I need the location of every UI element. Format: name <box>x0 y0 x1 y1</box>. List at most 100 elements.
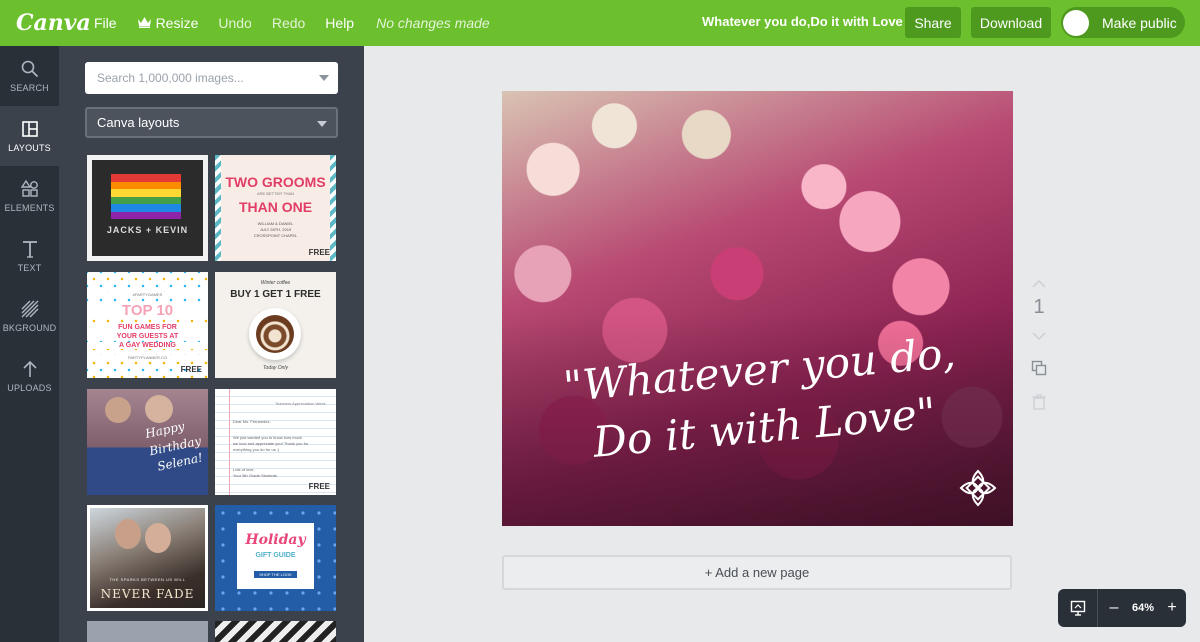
undo-button[interactable]: Undo <box>218 15 251 31</box>
thumb-text: SHOP THE LOOK <box>254 571 297 578</box>
design-canvas[interactable]: "Whatever you do, Do it with Love" <box>502 91 1013 526</box>
resize-button[interactable]: Resize <box>137 15 199 31</box>
add-page-button[interactable]: + Add a new page <box>502 555 1012 590</box>
thumb-text: PARTYPLANNER.CO <box>87 355 208 360</box>
thumb-text: ARE BETTER THAN <box>256 191 295 196</box>
download-button[interactable]: Download <box>971 7 1051 38</box>
make-public-toggle[interactable]: Make public <box>1061 7 1185 38</box>
delete-page-icon[interactable] <box>1031 394 1047 415</box>
zoom-out-button[interactable]: – <box>1104 599 1124 617</box>
thumb-text: JULY 28TH, 2019 <box>259 227 292 232</box>
lotus-emblem-icon <box>959 469 997 507</box>
save-status: No changes made <box>376 15 490 31</box>
layout-thumbnail[interactable]: Holiday GIFT GUIDE SHOP THE LOOK <box>215 505 336 611</box>
layout-thumbnail[interactable]: Teachers Appreciation Week Dear Ms. Fern… <box>215 389 336 495</box>
thumb-text: everything you do for us :) <box>233 447 280 452</box>
thumb-text: Winter coffee <box>260 280 291 286</box>
thumb-text: TOP 10 <box>87 302 208 319</box>
crown-icon <box>137 15 152 31</box>
help-menu[interactable]: Help <box>325 15 354 31</box>
sidebar-item-background[interactable]: BKGROUND <box>0 286 59 346</box>
thumb-text: Today Only <box>262 365 289 371</box>
page-down-icon[interactable] <box>1031 328 1047 346</box>
thumb-text: FUN GAMES FOR <box>87 324 208 331</box>
image-search-input[interactable]: Search 1,000,000 images... <box>85 62 338 94</box>
sidebar-item-label: TEXT <box>17 262 42 273</box>
thumb-text: Lots of love, <box>233 467 255 472</box>
thumb-text: CROSSPOINT CHAPEL <box>253 233 298 238</box>
file-menu[interactable]: File <box>94 15 117 31</box>
sidebar-item-label: ELEMENTS <box>4 202 55 213</box>
thumb-text: THE SPARKS BETWEEN US WILL <box>109 577 186 582</box>
free-badge: FREE <box>308 248 330 257</box>
layout-thumbnail[interactable]: JACKS + KEVIN <box>87 155 208 261</box>
thumb-text: we love and appreciate you! Thank you fo… <box>233 441 309 446</box>
thumb-text: Dear Ms. Fernandez, <box>233 419 271 424</box>
page-number: 1 <box>1033 296 1045 318</box>
chevron-down-icon[interactable] <box>319 75 329 81</box>
elements-icon <box>20 179 38 197</box>
canva-logo[interactable]: Canva <box>16 10 91 36</box>
thumb-text: We just wanted you to know how much <box>233 435 303 440</box>
search-icon <box>21 60 38 77</box>
layouts-panel: Search 1,000,000 images... Canva layouts… <box>59 46 364 642</box>
thumb-text: #PARTYGAMES <box>87 292 208 297</box>
thumb-text: TWO GROOMS <box>225 174 326 190</box>
sidebar-item-label: LAYOUTS <box>8 142 51 153</box>
top-bar: Canva File Resize Undo Redo Help No chan… <box>0 0 1200 46</box>
sidebar-item-layouts[interactable]: LAYOUTS <box>0 106 59 166</box>
layout-thumbnail[interactable]: #PARTYGAMES TOP 10 FUN GAMES FOR YOUR GU… <box>87 272 208 378</box>
make-public-label: Make public <box>1102 14 1177 31</box>
layout-thumbnail[interactable]: TWO GROOMS ARE BETTER THAN THAN ONE WILL… <box>215 155 336 261</box>
layout-thumbnail[interactable]: Happy Birthday Selena! <box>87 389 208 495</box>
layout-thumbnail[interactable] <box>215 621 336 642</box>
layout-source-select[interactable]: Canva layouts <box>85 107 338 138</box>
zoom-in-button[interactable]: + <box>1162 599 1182 617</box>
top-menu: File Resize Undo Redo Help No changes ma… <box>94 15 490 31</box>
page-up-icon[interactable] <box>1031 276 1047 294</box>
present-icon[interactable] <box>1058 589 1098 627</box>
zoom-level[interactable]: 64% <box>1124 602 1162 614</box>
document-title[interactable]: Whatever you do,Do it with Love <box>702 14 903 29</box>
thumb-text: THAN ONE <box>238 199 313 215</box>
thumb-text: YOUR GUESTS AT <box>87 333 208 340</box>
people-photo <box>105 397 131 423</box>
tool-sidebar: SEARCH LAYOUTS ELEMENTS TEXT BKGROUND UP… <box>0 46 59 642</box>
resize-label: Resize <box>155 15 199 31</box>
free-badge: FREE <box>308 482 330 491</box>
layout-source-value: Canva layouts <box>97 115 180 130</box>
duplicate-page-icon[interactable] <box>1031 360 1047 381</box>
layout-thumbnail[interactable] <box>87 621 208 642</box>
zoom-control: – 64% + <box>1058 589 1186 627</box>
sidebar-item-label: BKGROUND <box>2 322 57 333</box>
thumb-text: Holiday <box>245 532 306 548</box>
text-icon <box>22 240 37 258</box>
sidebar-item-search[interactable]: SEARCH <box>0 46 59 106</box>
thumb-text: Teachers Appreciation Week <box>275 401 326 406</box>
thumb-text: WILLIAM & DANIEL <box>257 221 294 226</box>
sidebar-item-label: SEARCH <box>10 82 49 93</box>
sidebar-item-label: UPLOADS <box>7 382 52 393</box>
layout-thumbnail[interactable]: Winter coffee BUY 1 GET 1 FREE Today Onl… <box>215 272 336 378</box>
sidebar-item-uploads[interactable]: UPLOADS <box>0 346 59 406</box>
thumb-text: GIFT GUIDE <box>255 552 296 559</box>
quote-text[interactable]: "Whatever you do, Do it with Love" <box>528 321 996 477</box>
redo-button[interactable]: Redo <box>272 15 305 31</box>
toggle-knob <box>1063 9 1089 36</box>
layouts-icon <box>21 120 38 137</box>
upload-icon <box>22 360 37 377</box>
thumb-text: NEVER FADE <box>100 587 195 601</box>
free-badge: FREE <box>180 365 202 374</box>
layout-thumbnail[interactable]: THE SPARKS BETWEEN US WILL NEVER FADE <box>87 505 208 611</box>
background-icon <box>21 300 38 317</box>
share-button[interactable]: Share <box>905 7 961 38</box>
rainbow-flag-image <box>111 174 181 219</box>
thumb-text: A GAY WEDDING <box>87 342 208 349</box>
coffee-cup-image <box>249 308 301 360</box>
sidebar-item-elements[interactable]: ELEMENTS <box>0 166 59 226</box>
thumb-text: BUY 1 GET 1 FREE <box>230 289 321 300</box>
thumb-text: JACKS + KEVIN <box>106 225 189 235</box>
chevron-down-icon <box>317 121 327 127</box>
sidebar-item-text[interactable]: TEXT <box>0 226 59 286</box>
search-placeholder: Search 1,000,000 images... <box>97 71 244 85</box>
